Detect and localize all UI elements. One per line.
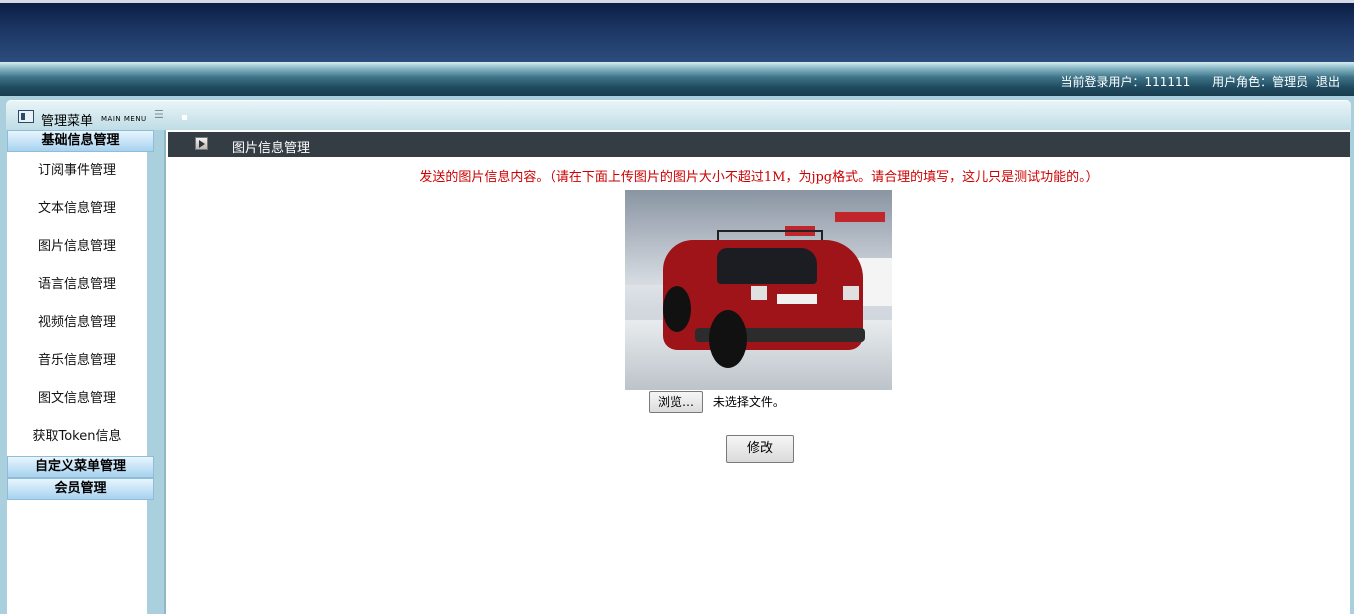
sidebar-item-voice-info[interactable]: 语言信息管理 (7, 266, 147, 304)
file-status: 未选择文件。 (712, 395, 785, 409)
content-title-bar: 图片信息管理 (168, 132, 1350, 157)
logout-link[interactable]: 退出 (1316, 75, 1340, 89)
menu-title: 管理菜单 (41, 114, 94, 129)
sidebar-item-image-info[interactable]: 图片信息管理 (7, 228, 147, 266)
current-user-label: 当前登录用户： (1060, 75, 1145, 89)
menu-panel-icon (18, 110, 34, 123)
panel-header: 管理菜单 MAIN MENU ☰ (6, 100, 1351, 130)
left-edge (0, 96, 7, 614)
sidebar-group-custom-menu[interactable]: 自定义菜单管理 (7, 456, 154, 478)
sidebar-group-basic-info[interactable]: 基础信息管理 (7, 130, 154, 152)
role-value: 管理员 (1272, 75, 1309, 89)
modify-button[interactable]: 修改 (726, 435, 794, 463)
tail-light (751, 286, 767, 300)
file-upload-row: 浏览… 未选择文件。 (649, 391, 785, 413)
browse-button[interactable]: 浏览… (649, 391, 704, 413)
preview-image (625, 190, 892, 390)
sidebar-item-text-info[interactable]: 文本信息管理 (7, 190, 147, 228)
rear-wheel (709, 310, 747, 368)
bullet-icon (182, 115, 187, 120)
sidebar-item-music-info[interactable]: 音乐信息管理 (7, 342, 147, 380)
play-icon (195, 137, 208, 150)
sidebar-item-subscribe-events[interactable]: 订阅事件管理 (7, 152, 147, 190)
roof-rack (717, 230, 823, 240)
menu-subtitle: MAIN MENU (101, 115, 147, 123)
upload-notice: 发送的图片信息内容。（请在下面上传图片的图片大小不超过1M，为jpg格式。请合理… (419, 170, 1099, 185)
page-title: 图片信息管理 (232, 141, 311, 156)
user-info: 当前登录用户：111111 用户角色：管理员 退出 (1056, 73, 1340, 90)
main-content: 图片信息管理 发送的图片信息内容。（请在下面上传图片的图片大小不超过1M，为jp… (164, 130, 1350, 614)
user-bar: 当前登录用户：111111 用户角色：管理员 退出 (0, 62, 1354, 96)
sidebar-group-members[interactable]: 会员管理 (7, 478, 154, 500)
sidebar-item-news-info[interactable]: 图文信息管理 (7, 380, 147, 418)
front-wheel (663, 286, 691, 332)
top-banner (0, 0, 1354, 62)
license-plate (777, 294, 817, 304)
sidebar: 基础信息管理 订阅事件管理 文本信息管理 图片信息管理 语言信息管理 视频信息管… (7, 130, 155, 614)
showroom-sign (835, 212, 885, 222)
tail-light (843, 286, 859, 300)
menu-toggle-icon[interactable]: ☰ (154, 109, 164, 122)
sidebar-item-video-info[interactable]: 视频信息管理 (7, 304, 147, 342)
role-label: 用户角色： (1212, 75, 1273, 89)
sidebar-item-get-token[interactable]: 获取Token信息 (7, 418, 147, 456)
car-rear-window (717, 248, 817, 284)
current-user-value: 111111 (1144, 75, 1191, 89)
